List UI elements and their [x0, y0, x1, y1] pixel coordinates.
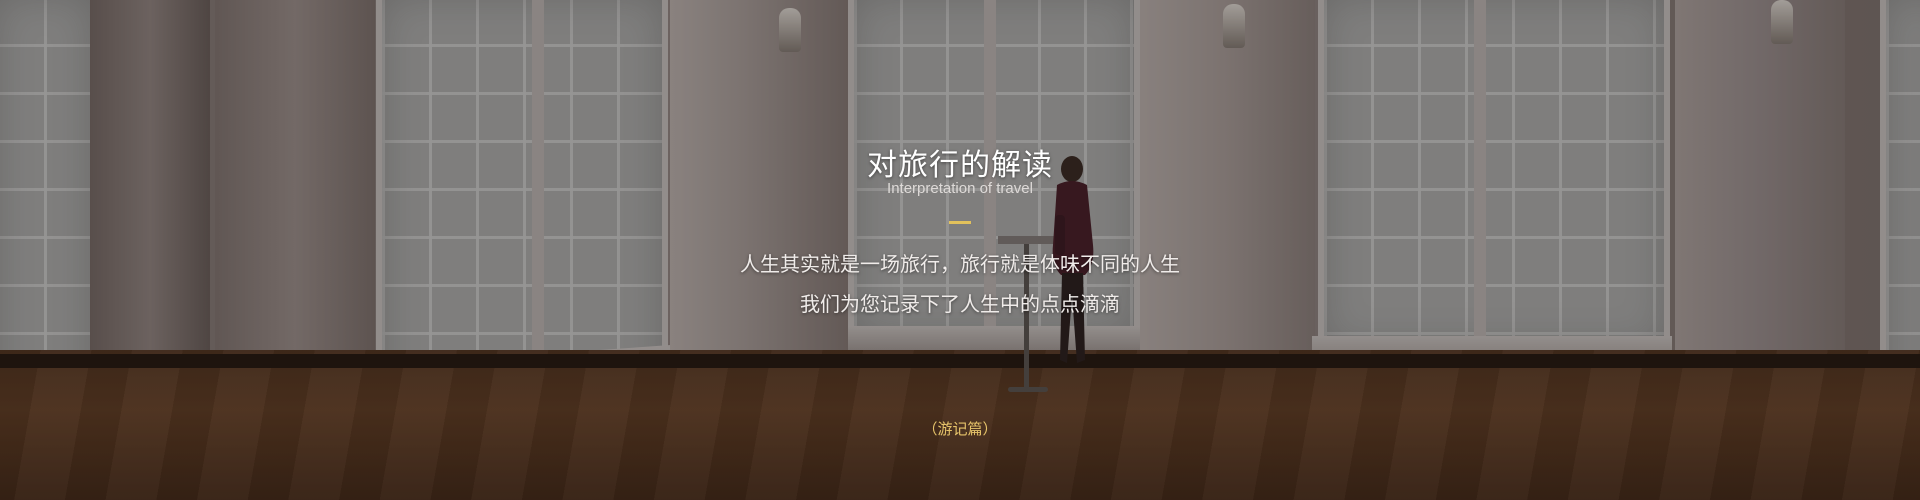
hero-banner: 对旅行的解读 Interpretation of travel 人生其实就是一场… — [0, 0, 1920, 500]
banner-description-line-2: 我们为您记录下了人生中的点点滴滴 — [800, 292, 1120, 316]
banner-title: 对旅行的解读 — [867, 148, 1053, 183]
accent-divider — [949, 221, 971, 224]
banner-description-line-1: 人生其实就是一场旅行，旅行就是体味不同的人生 — [740, 252, 1180, 276]
travel-notes-link[interactable]: （游记篇） — [0, 418, 1920, 439]
banner-subtitle: Interpretation of travel — [887, 180, 1033, 197]
banner-content: 对旅行的解读 Interpretation of travel 人生其实就是一场… — [0, 0, 1920, 500]
